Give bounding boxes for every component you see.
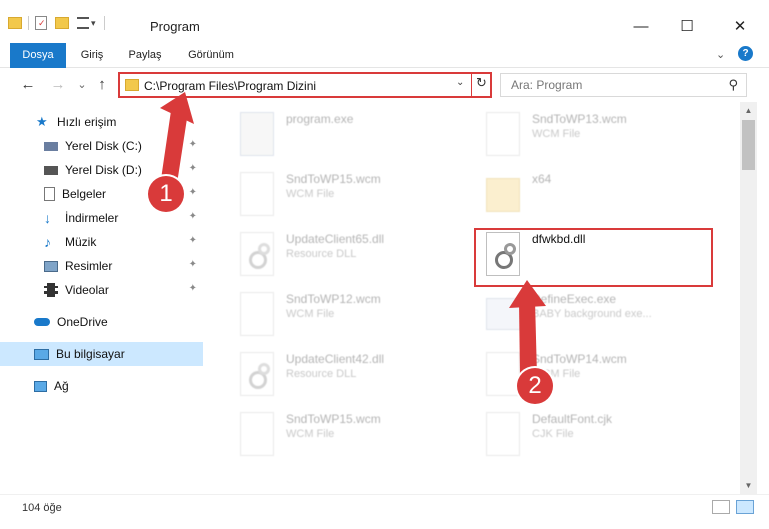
step-badge-2: 2 <box>517 368 553 404</box>
annotation-overlay <box>160 92 546 376</box>
item-count: 104 öğe <box>22 502 62 514</box>
details-view-icon[interactable] <box>712 500 730 514</box>
arrow-2 <box>509 280 546 376</box>
status-bar: 104 öğe <box>0 494 769 529</box>
large-icons-view-icon[interactable] <box>736 500 754 514</box>
step-badge-1: 1 <box>148 176 184 212</box>
